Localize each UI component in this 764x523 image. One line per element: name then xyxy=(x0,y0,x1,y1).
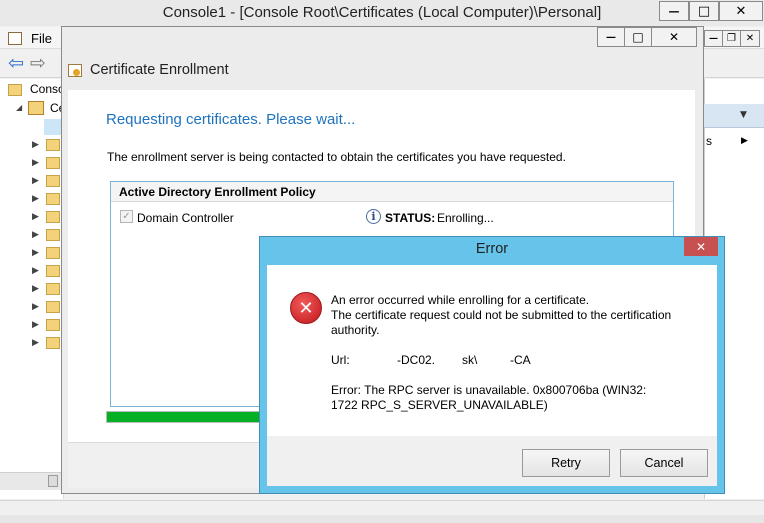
tree-row[interactable]: ▶ xyxy=(32,246,60,262)
tree-row[interactable]: ▶ xyxy=(32,156,60,172)
actions-header xyxy=(704,104,764,128)
expand-icon[interactable]: ▶ xyxy=(32,212,39,222)
mmc-status-strip xyxy=(0,515,764,523)
tree-row[interactable]: ▶ xyxy=(32,210,60,226)
expand-icon[interactable]: ▶ xyxy=(741,136,748,146)
maximize-icon: □ xyxy=(697,3,711,19)
mmc-close-button[interactable]: ✕ xyxy=(719,1,763,21)
expand-icon[interactable]: ▶ xyxy=(32,266,39,276)
expand-icon[interactable]: ▶ xyxy=(32,320,39,330)
close-icon: ✕ xyxy=(735,3,747,19)
url-domain: sk\ xyxy=(462,353,478,367)
tree-item-console-root[interactable]: Conso xyxy=(30,82,65,96)
retry-button[interactable]: Retry xyxy=(522,449,610,477)
error-x-glyph: ✕ xyxy=(298,297,314,319)
url-host: -DC02. xyxy=(397,353,436,367)
expand-icon[interactable]: ▶ xyxy=(32,248,39,258)
actions-item-text[interactable]: s xyxy=(706,134,712,148)
error-icon: ✕ xyxy=(290,292,322,324)
expand-icon[interactable]: ▶ xyxy=(32,176,39,186)
mmc-app-icon xyxy=(8,32,22,45)
policy-header: Active Directory Enrollment Policy xyxy=(119,185,316,199)
enrollment-close-button[interactable]: ✕ xyxy=(651,27,697,47)
collapse-icon[interactable]: ◢ xyxy=(16,103,22,112)
expand-icon[interactable]: ▶ xyxy=(32,158,39,168)
error-dialog-title: Error xyxy=(475,241,509,257)
expand-icon[interactable]: ▶ xyxy=(32,302,39,312)
enrollment-description: The enrollment server is being contacted… xyxy=(107,150,566,164)
close-icon: ✕ xyxy=(668,30,680,44)
folder-icon xyxy=(46,319,60,331)
folder-icon xyxy=(46,247,60,259)
cancel-label: Cancel xyxy=(644,456,684,470)
tree-row[interactable]: ▶ xyxy=(32,300,60,316)
dropdown-icon[interactable]: ▼ xyxy=(740,110,747,120)
enrollment-maximize-button[interactable]: □ xyxy=(624,27,652,47)
maximize-icon: □ xyxy=(632,30,644,44)
forward-icon[interactable]: ⇨ xyxy=(30,52,46,74)
restore-icon: ❐ xyxy=(727,33,736,44)
close-icon: ✕ xyxy=(745,33,755,44)
domain-controller-checkbox[interactable]: ✓ xyxy=(120,210,133,223)
retry-label: Retry xyxy=(551,456,581,470)
enrollment-heading: Requesting certificates. Please wait... xyxy=(106,111,356,128)
enrollment-title: Certificate Enrollment xyxy=(90,62,229,78)
error-line-2: The certificate request could not be sub… xyxy=(331,308,672,337)
info-glyph: i xyxy=(371,210,376,223)
tree-row[interactable]: ▶ xyxy=(32,336,60,352)
folder-icon xyxy=(46,265,60,277)
folder-icon xyxy=(46,175,60,187)
scrollbar-thumb[interactable] xyxy=(48,475,58,487)
mmc-child-close-button[interactable]: ✕ xyxy=(740,30,760,47)
domain-controller-label: Domain Controller xyxy=(137,211,234,225)
folder-icon xyxy=(46,301,60,313)
status-label: STATUS: xyxy=(385,211,436,225)
mmc-maximize-button[interactable]: □ xyxy=(689,1,719,21)
error-close-button[interactable]: ✕ xyxy=(684,237,718,256)
mmc-minimize-button[interactable]: — xyxy=(659,1,689,21)
cancel-button[interactable]: Cancel xyxy=(620,449,708,477)
expand-icon[interactable]: ▶ xyxy=(32,230,39,240)
folder-icon xyxy=(46,283,60,295)
tree-row[interactable]: ▶ xyxy=(32,318,60,334)
tree-row[interactable]: ▶ xyxy=(32,228,60,244)
status-value: Enrolling... xyxy=(437,211,494,225)
back-icon[interactable]: ⇦ xyxy=(8,52,24,74)
minimize-icon: — xyxy=(668,4,680,18)
folder-icon xyxy=(46,139,60,151)
expand-icon[interactable]: ▶ xyxy=(32,284,39,294)
progress-fill xyxy=(107,412,261,422)
tree-row[interactable]: ▶ xyxy=(32,264,60,280)
tree-row[interactable]: ▶ xyxy=(32,174,60,190)
folder-icon xyxy=(46,229,60,241)
certificate-store-icon xyxy=(28,101,44,115)
minimize-icon: — xyxy=(606,31,616,43)
mmc-child-minimize-button[interactable]: — xyxy=(704,30,723,47)
folder-icon xyxy=(46,337,60,349)
expand-icon[interactable]: ▶ xyxy=(32,140,39,150)
mmc-child-restore-button[interactable]: ❐ xyxy=(722,30,741,47)
minimize-icon: — xyxy=(709,33,718,44)
url-label: Url: xyxy=(331,353,350,367)
error-detail: Error: The RPC server is unavailable. 0x… xyxy=(331,383,647,412)
folder-icon xyxy=(46,157,60,169)
menu-file[interactable]: File xyxy=(31,31,52,46)
folder-icon xyxy=(46,193,60,205)
info-icon: i xyxy=(366,209,381,224)
mmc-window-title: Console1 - [Console Root\Certificates (L… xyxy=(162,4,602,21)
close-icon: ✕ xyxy=(695,239,707,254)
error-line-1: An error occurred while enrolling for a … xyxy=(331,293,590,307)
folder-icon xyxy=(46,211,60,223)
tree-row[interactable]: ▶ xyxy=(32,192,60,208)
certificate-seal-icon xyxy=(73,69,80,76)
expand-icon[interactable]: ▶ xyxy=(32,338,39,348)
tree-row[interactable]: ▶ xyxy=(32,138,60,154)
expand-icon[interactable]: ▶ xyxy=(32,194,39,204)
folder-icon xyxy=(8,84,22,96)
mmc-title-bar: Console1 - [Console Root\Certificates (L… xyxy=(0,0,764,26)
tree-row[interactable]: ▶ xyxy=(32,282,60,298)
url-ca: -CA xyxy=(510,353,531,367)
check-icon: ✓ xyxy=(122,211,131,222)
enrollment-minimize-button[interactable]: — xyxy=(597,27,625,47)
